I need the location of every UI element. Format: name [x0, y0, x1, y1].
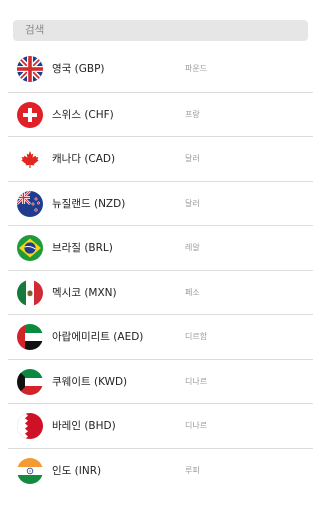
mexico-flag-icon	[17, 279, 43, 306]
currency-name: 멕시코 (MXN)	[52, 286, 117, 299]
currency-item-nzd[interactable]: 뉴질랜드 (NZD) 달러	[8, 180, 313, 226]
currency-name: 인도 (INR)	[52, 464, 102, 477]
currency-unit: 파운드	[185, 64, 208, 73]
currency-name: 브라질 (BRL)	[52, 242, 113, 254]
currency-name: 바레인 (BHD)	[52, 420, 116, 432]
new-zealand-flag-icon	[17, 190, 43, 217]
kuwait-flag-icon	[17, 368, 43, 395]
currency-name: 영국 (GBP)	[52, 63, 105, 75]
currency-item-gbp[interactable]: 영국 (GBP) 파운드	[8, 47, 313, 92]
currency-item-brl[interactable]: 브라질 (BRL) 레알	[8, 225, 313, 270]
currency-item-mxn[interactable]: 멕시코 (MXN) 페소	[8, 269, 313, 315]
currency-item-kwd[interactable]: 쿠웨이트 (KWD) 디나르	[8, 358, 313, 404]
currency-item-aed[interactable]: 아랍에미리트 (AED) 디르함	[8, 314, 313, 359]
currency-unit: 디르함	[185, 332, 208, 341]
currency-unit: 페소	[185, 287, 200, 297]
india-flag-icon	[17, 457, 43, 484]
currency-unit: 디나르	[185, 421, 208, 430]
uk-flag-icon	[17, 56, 43, 82]
currency-name: 쿠웨이트 (KWD)	[52, 375, 128, 388]
currency-unit: 레알	[185, 243, 200, 252]
currency-item-bhd[interactable]: 바레인 (BHD) 디나르	[8, 403, 313, 448]
switzerland-flag-icon	[17, 101, 43, 128]
search-bar[interactable]	[13, 18, 308, 41]
currency-name: 캐나다 (CAD)	[52, 153, 116, 165]
search-input[interactable]	[13, 19, 308, 41]
currency-list: 영국 (GBP) 파운드 스위스 (CHF) 프랑 캐나다 (CAD) 달러 뉴…	[0, 47, 321, 492]
uae-flag-icon	[17, 324, 43, 350]
currency-item-chf[interactable]: 스위스 (CHF) 프랑	[8, 91, 313, 137]
currency-unit: 프랑	[185, 109, 200, 119]
currency-item-inr[interactable]: 인도 (INR) 루피	[8, 447, 313, 493]
currency-unit: 루피	[185, 465, 200, 475]
currency-name: 아랍에미리트 (AED)	[52, 331, 144, 343]
currency-name: 뉴질랜드 (NZD)	[52, 197, 126, 210]
bahrain-flag-icon	[17, 413, 43, 439]
currency-unit: 달러	[185, 198, 200, 208]
canada-flag-icon	[17, 146, 43, 172]
currency-unit: 달러	[185, 154, 200, 163]
currency-unit: 디나르	[185, 376, 208, 386]
brazil-flag-icon	[17, 235, 43, 261]
currency-name: 스위스 (CHF)	[52, 108, 114, 121]
currency-item-cad[interactable]: 캐나다 (CAD) 달러	[8, 136, 313, 181]
